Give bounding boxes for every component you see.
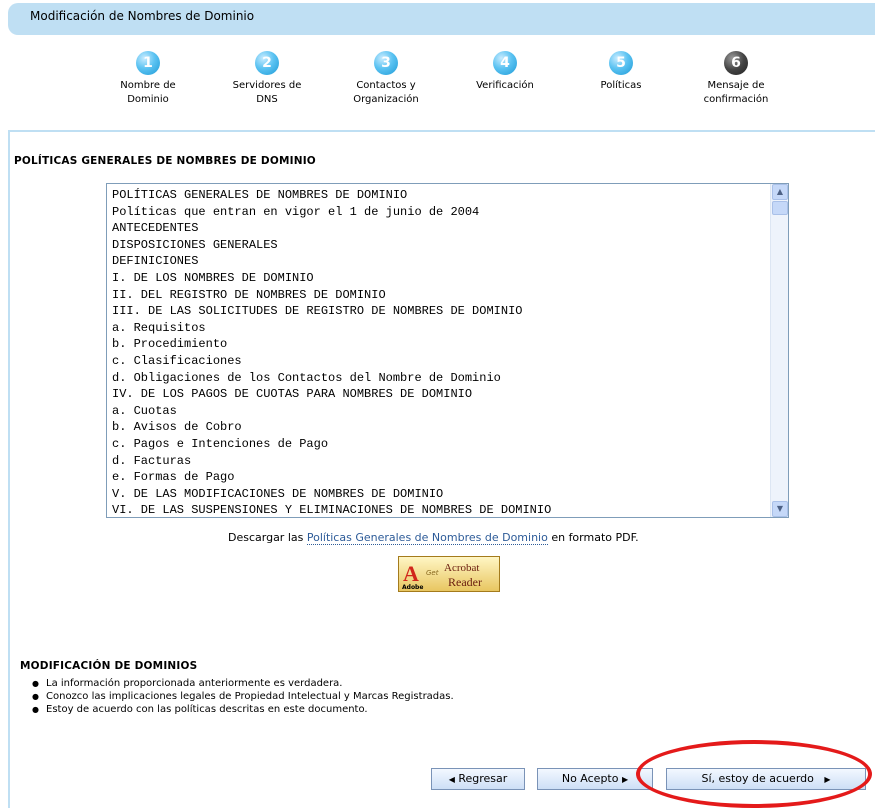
step-6: 6 Mensaje de confirmación (691, 51, 781, 107)
step-6-label: Mensaje de confirmación (703, 80, 769, 105)
step-3: 3 Contactos y Organización (341, 51, 431, 107)
modification-list: La información proporcionada anteriormen… (30, 677, 454, 716)
accept-button[interactable]: Sí, estoy de acuerdo ▶ (666, 768, 866, 790)
step-5-label: Políticas (600, 80, 642, 91)
modification-section-title: MODIFICACIÓN DE DOMINIOS (20, 660, 198, 672)
step-5-icon: 5 (609, 51, 633, 75)
step-4-label: Verificación (476, 80, 534, 91)
step-3-label: Contactos y Organización (353, 80, 419, 105)
back-button[interactable]: ◀ Regresar (431, 768, 525, 790)
acrobat-brand: Adobe (402, 584, 424, 591)
step-6-icon: 6 (724, 51, 748, 75)
download-prefix: Descargar las (228, 531, 304, 544)
list-item: Conozco las implicaciones legales de Pro… (30, 690, 454, 703)
step-1: 1 Nombre de Dominio (103, 51, 193, 107)
download-suffix: en formato PDF. (551, 531, 639, 544)
arrow-right-icon: ▶ (621, 775, 629, 784)
download-line: Descargar las Políticas Generales de Nom… (228, 531, 639, 545)
step-1-label: Nombre de Dominio (120, 80, 176, 105)
step-5: 5 Políticas (576, 51, 666, 93)
list-item: La información proporcionada anteriormen… (30, 677, 454, 690)
page-title: Modificación de Nombres de Dominio (30, 9, 255, 23)
scroll-thumb[interactable] (772, 201, 788, 215)
policies-text: POLÍTICAS GENERALES DE NOMBRES DE DOMINI… (112, 188, 552, 518)
policies-pdf-link[interactable]: Políticas Generales de Nombres de Domini… (306, 531, 548, 545)
acrobat-get: Get (426, 569, 439, 577)
arrow-right-icon: ▶ (824, 775, 831, 784)
step-2-label: Servidores de DNS (232, 80, 302, 105)
arrow-left-icon: ◀ (448, 775, 455, 784)
vertical-scrollbar[interactable]: ▲ ▼ (770, 184, 788, 517)
acrobat-reader-badge[interactable]: A Adobe Get Acrobat Reader (398, 556, 500, 592)
scroll-up-icon[interactable]: ▲ (772, 184, 788, 200)
step-3-icon: 3 (374, 51, 398, 75)
step-4: 4 Verificación (460, 51, 550, 93)
list-item: Estoy de acuerdo con las políticas descr… (30, 703, 454, 716)
step-2: 2 Servidores de DNS (222, 51, 312, 107)
policies-textarea[interactable]: POLÍTICAS GENERALES DE NOMBRES DE DOMINI… (106, 183, 789, 518)
step-2-icon: 2 (255, 51, 279, 75)
acrobat-name-1: Acrobat (444, 562, 480, 574)
scroll-down-icon[interactable]: ▼ (772, 501, 788, 517)
step-1-icon: 1 (136, 51, 160, 75)
acrobat-name-2: Reader (448, 575, 482, 589)
step-4-icon: 4 (493, 51, 517, 75)
decline-button[interactable]: No Acepto ▶ (537, 768, 653, 790)
policies-section-title: POLÍTICAS GENERALES DE NOMBRES DE DOMINI… (14, 155, 316, 167)
